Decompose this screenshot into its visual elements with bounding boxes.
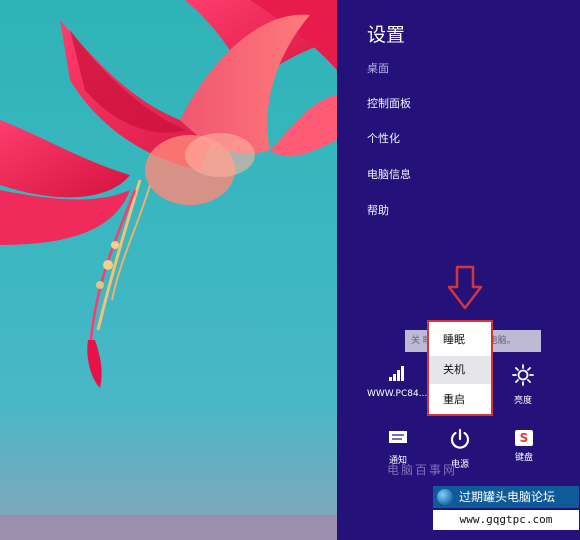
globe-logo-icon — [437, 489, 453, 505]
site-watermark: 过期罐头电脑论坛 www.gqgtpc.com — [433, 486, 579, 534]
settings-title: 设置 — [367, 24, 406, 46]
keyboard-tile[interactable]: S 键盘 — [509, 430, 539, 463]
notifications-icon — [389, 431, 407, 443]
flower-image — [0, 0, 337, 540]
menu-item-control-panel[interactable]: 控制面板 — [367, 95, 411, 111]
power-option-shutdown[interactable]: 关机 — [429, 356, 491, 384]
desktop-wallpaper — [0, 0, 337, 540]
watermark-title: 过期罐头电脑论坛 — [433, 486, 579, 508]
brightness-icon — [512, 364, 534, 386]
network-tile[interactable]: WWW.PC84... — [367, 364, 427, 399]
power-option-sleep[interactable]: 睡眠 — [429, 326, 491, 354]
sogou-input-icon: S — [515, 430, 533, 446]
signal-icon — [389, 366, 404, 381]
power-option-restart[interactable]: 重启 — [429, 386, 491, 414]
watermark-title-text: 过期罐头电脑论坛 — [459, 490, 556, 504]
menu-item-pc-info[interactable]: 电脑信息 — [367, 166, 411, 182]
brightness-label: 亮度 — [513, 396, 532, 406]
down-arrow-icon — [447, 265, 483, 310]
menu-item-personalization[interactable]: 个性化 — [367, 130, 400, 146]
watermark-faint-text: 电脑百事网 — [387, 463, 458, 477]
settings-charm-panel: 设置 桌面 控制面板 个性化 电脑信息 帮助 关 睡眠 ，然后关闭电脑。 睡眠 … — [337, 0, 580, 540]
menu-item-desktop: 桌面 — [367, 62, 389, 75]
power-icon — [450, 428, 470, 449]
network-label: WWW.PC84... — [367, 389, 428, 399]
keyboard-label: 键盘 — [514, 453, 533, 463]
watermark-url: www.gqgtpc.com — [433, 510, 579, 530]
brightness-tile[interactable]: 亮度 — [505, 364, 541, 406]
power-options-menu: 睡眠 关机 重启 — [427, 320, 493, 416]
menu-item-help[interactable]: 帮助 — [367, 202, 389, 218]
